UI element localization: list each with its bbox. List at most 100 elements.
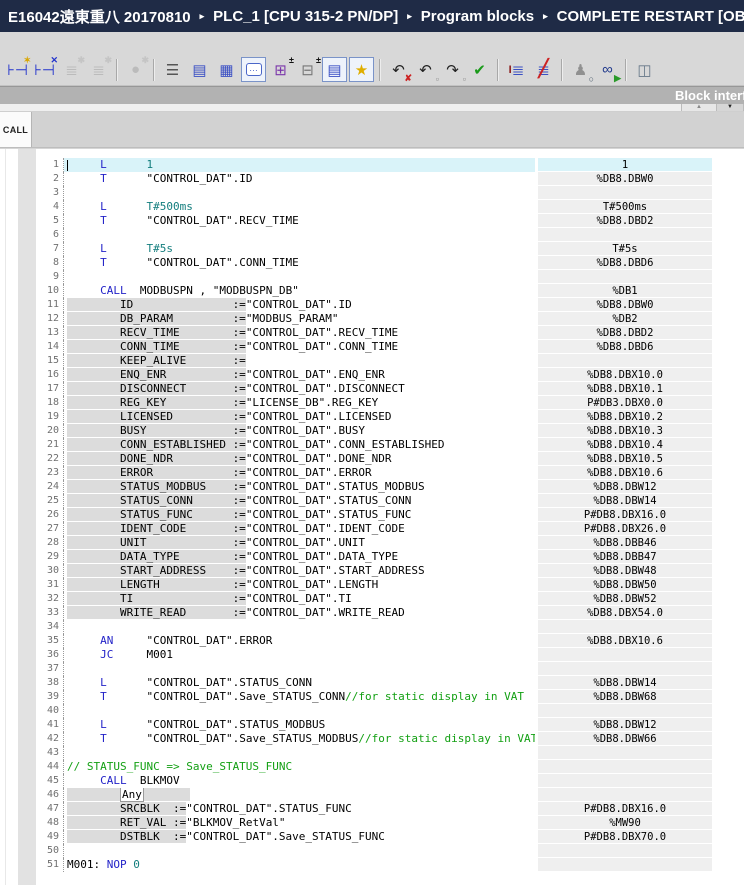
splitter-expand-button[interactable]: ▲ xyxy=(681,104,717,111)
code-line[interactable]: RECV_TIME :="CONTROL_DAT".RECV_TIME xyxy=(64,326,535,340)
code-line[interactable]: DONE_NDR :="CONTROL_DAT".DONE_NDR xyxy=(64,452,535,466)
code-line[interactable]: REG_KEY :="LICENSE_DB".REG_KEY xyxy=(64,396,535,410)
delete-network-icon[interactable]: ⊦⊣✕ xyxy=(32,57,57,82)
code-line[interactable]: LENGTH :="CONTROL_DAT".LENGTH xyxy=(64,578,535,592)
code-line[interactable]: Any xyxy=(64,788,535,802)
address-cell: %DB8.DBW0 xyxy=(538,298,712,312)
code-line[interactable]: STATUS_MODBUS :="CONTROL_DAT".STATUS_MOD… xyxy=(64,480,535,494)
code-line[interactable]: CALL MODBUSPN , "MODBUSPN_DB" xyxy=(64,284,535,298)
any-operand-field[interactable]: Any xyxy=(120,788,144,802)
code-row: 41 L "CONTROL_DAT".STATUS_MODBUS%DB8.DBW… xyxy=(0,718,744,732)
code-line[interactable]: JC M001 xyxy=(64,648,535,662)
symbolic-representation-icon[interactable]: ▤ xyxy=(322,57,347,82)
line-number: 2 xyxy=(37,172,64,186)
code-line[interactable]: L T#500ms xyxy=(64,200,535,214)
code-line[interactable]: CONN_ESTABLISHED :="CONTROL_DAT".CONN_ES… xyxy=(64,438,535,452)
splitter-collapse-button[interactable]: ▼ xyxy=(716,104,744,111)
stl-code-editor[interactable]: 1 L 112 T "CONTROL_DAT".ID %DB8.DBW0 34 L … xyxy=(0,148,744,885)
network-overview-icon[interactable]: ☰ xyxy=(160,57,185,82)
code-line[interactable]: DB_PARAM :="MODBUS_PARAM" xyxy=(64,312,535,326)
code-line[interactable] xyxy=(64,844,535,858)
monitoring-off-icon[interactable]: ≣╱ xyxy=(531,57,556,82)
collapse-all-networks-icon[interactable]: ▦ xyxy=(214,57,239,82)
line-number: 3 xyxy=(37,186,64,200)
code-line[interactable]: DATA_TYPE :="CONTROL_DAT".DATA_TYPE xyxy=(64,550,535,564)
code-line[interactable]: WRITE_READ :="CONTROL_DAT".WRITE_READ xyxy=(64,606,535,620)
code-line[interactable]: KEEP_ALIVE := xyxy=(64,354,535,368)
code-line[interactable]: CONN_TIME :="CONTROL_DAT".CONN_TIME xyxy=(64,340,535,354)
code-line[interactable]: SRCBLK :="CONTROL_DAT".STATUS_FUNC xyxy=(64,802,535,816)
tab-call[interactable]: CALL xyxy=(0,112,32,147)
insert-network-icon[interactable]: ⊦⊣✶ xyxy=(5,57,30,82)
code-line[interactable]: L "CONTROL_DAT".STATUS_CONN xyxy=(64,676,535,690)
code-line[interactable]: AN "CONTROL_DAT".ERROR xyxy=(64,634,535,648)
code-line[interactable]: TI :="CONTROL_DAT".TI xyxy=(64,592,535,606)
code-line[interactable]: L "CONTROL_DAT".STATUS_MODBUS xyxy=(64,718,535,732)
address-cell: P#DB8.DBX16.0 xyxy=(538,802,712,816)
block-interface-header[interactable]: Block interface xyxy=(0,86,744,104)
code-line[interactable]: T "CONTROL_DAT".ID xyxy=(64,172,535,186)
next-error-icon[interactable]: ↷▫ xyxy=(440,57,465,82)
code-line[interactable]: L 1 xyxy=(64,158,535,172)
insert-block-call-icon[interactable]: ⊞± xyxy=(268,57,293,82)
code-line[interactable]: RET_VAL :="BLKMOV_RetVal" xyxy=(64,816,535,830)
address-cell: %DB8.DBW14 xyxy=(538,494,712,508)
code-line[interactable]: ENQ_ENR :="CONTROL_DAT".ENQ_ENR xyxy=(64,368,535,382)
code-line[interactable] xyxy=(64,270,535,284)
line-number: 19 xyxy=(37,410,64,424)
code-line[interactable]: CALL BLKMOV xyxy=(64,774,535,788)
insert-symbol-icon[interactable]: ⊟± xyxy=(295,57,320,82)
code-line[interactable]: // STATUS_FUNC => Save_STATUS_FUNC xyxy=(64,760,535,774)
code-line[interactable]: BUSY :="CONTROL_DAT".BUSY xyxy=(64,424,535,438)
code-line[interactable]: START_ADDRESS :="CONTROL_DAT".START_ADDR… xyxy=(64,564,535,578)
consistency-check-icon[interactable]: ✔ xyxy=(467,57,492,82)
favorites-icon[interactable]: ★ xyxy=(349,57,374,82)
code-row: 10 CALL MODBUSPN , "MODBUSPN_DB"%DB1 xyxy=(0,284,744,298)
code-line[interactable] xyxy=(64,228,535,242)
address-cell: %DB8.DBD2 xyxy=(538,326,712,340)
code-line[interactable] xyxy=(64,620,535,634)
code-row: 1 L 11 xyxy=(0,158,744,172)
code-line[interactable]: ERROR :="CONTROL_DAT".ERROR xyxy=(64,466,535,480)
code-row: 13 RECV_TIME :="CONTROL_DAT".RECV_TIME%D… xyxy=(0,326,744,340)
code-line[interactable]: LICENSED :="CONTROL_DAT".LICENSED xyxy=(64,410,535,424)
code-line[interactable] xyxy=(64,186,535,200)
code-line[interactable]: UNIT :="CONTROL_DAT".UNIT xyxy=(64,536,535,550)
line-number: 50 xyxy=(37,844,64,858)
code-line[interactable] xyxy=(64,704,535,718)
previous-error-icon[interactable]: ↶▫ xyxy=(413,57,438,82)
breadcrumb-project[interactable]: E16042遠東重八 20170810 xyxy=(8,6,191,27)
code-line[interactable]: DSTBLK :="CONTROL_DAT".Save_STATUS_FUNC xyxy=(64,830,535,844)
code-line[interactable] xyxy=(64,662,535,676)
breadcrumb-plc[interactable]: PLC_1 [CPU 315-2 PN/DP] xyxy=(213,8,398,25)
code-row: 31 LENGTH :="CONTROL_DAT".LENGTH%DB8.DBW… xyxy=(0,578,744,592)
expand-all-networks-icon[interactable]: ▤ xyxy=(187,57,212,82)
find-in-call-environment-icon[interactable]: ♟○ xyxy=(568,57,593,82)
code-row: 19 LICENSED :="CONTROL_DAT".LICENSED%DB8… xyxy=(0,410,744,424)
code-line[interactable]: DISCONNECT :="CONTROL_DAT".DISCONNECT xyxy=(64,382,535,396)
address-cell: %DB8.DBW14 xyxy=(538,676,712,690)
breadcrumb-block[interactable]: COMPLETE RESTART [OB100] xyxy=(557,8,744,25)
toolbar-separator xyxy=(497,59,499,81)
toolbar-separator xyxy=(625,59,627,81)
code-line[interactable]: T "CONTROL_DAT".Save_STATUS_MODBUS//for … xyxy=(64,732,535,746)
code-line[interactable]: STATUS_CONN :="CONTROL_DAT".STATUS_CONN xyxy=(64,494,535,508)
breadcrumb-program-blocks[interactable]: Program blocks xyxy=(421,8,534,25)
free-comments-icon[interactable]: … xyxy=(241,57,266,82)
code-row: 4 L T#500msT#500ms xyxy=(0,200,744,214)
code-line[interactable]: T "CONTROL_DAT".Save_STATUS_CONN//for st… xyxy=(64,690,535,704)
code-line[interactable]: L T#5s xyxy=(64,242,535,256)
go-to-error-icon[interactable]: ↶✘ xyxy=(386,57,411,82)
code-line[interactable]: T "CONTROL_DAT".RECV_TIME xyxy=(64,214,535,228)
code-line[interactable]: ID :="CONTROL_DAT".ID xyxy=(64,298,535,312)
block-properties-icon[interactable]: ◫ xyxy=(632,57,657,82)
monitoring-on-icon[interactable]: I≣ xyxy=(504,57,529,82)
monitor-block-icon[interactable]: ∞▶ xyxy=(595,57,620,82)
code-line[interactable]: M001: NOP 0 xyxy=(64,858,535,872)
code-row: 39 T "CONTROL_DAT".Save_STATUS_CONN//for… xyxy=(0,690,744,704)
code-line[interactable]: IDENT_CODE :="CONTROL_DAT".IDENT_CODE xyxy=(64,522,535,536)
code-line[interactable] xyxy=(64,746,535,760)
code-line[interactable]: T "CONTROL_DAT".CONN_TIME xyxy=(64,256,535,270)
code-line[interactable]: STATUS_FUNC :="CONTROL_DAT".STATUS_FUNC xyxy=(64,508,535,522)
interface-splitter[interactable]: ▲ ▼ xyxy=(0,104,744,112)
